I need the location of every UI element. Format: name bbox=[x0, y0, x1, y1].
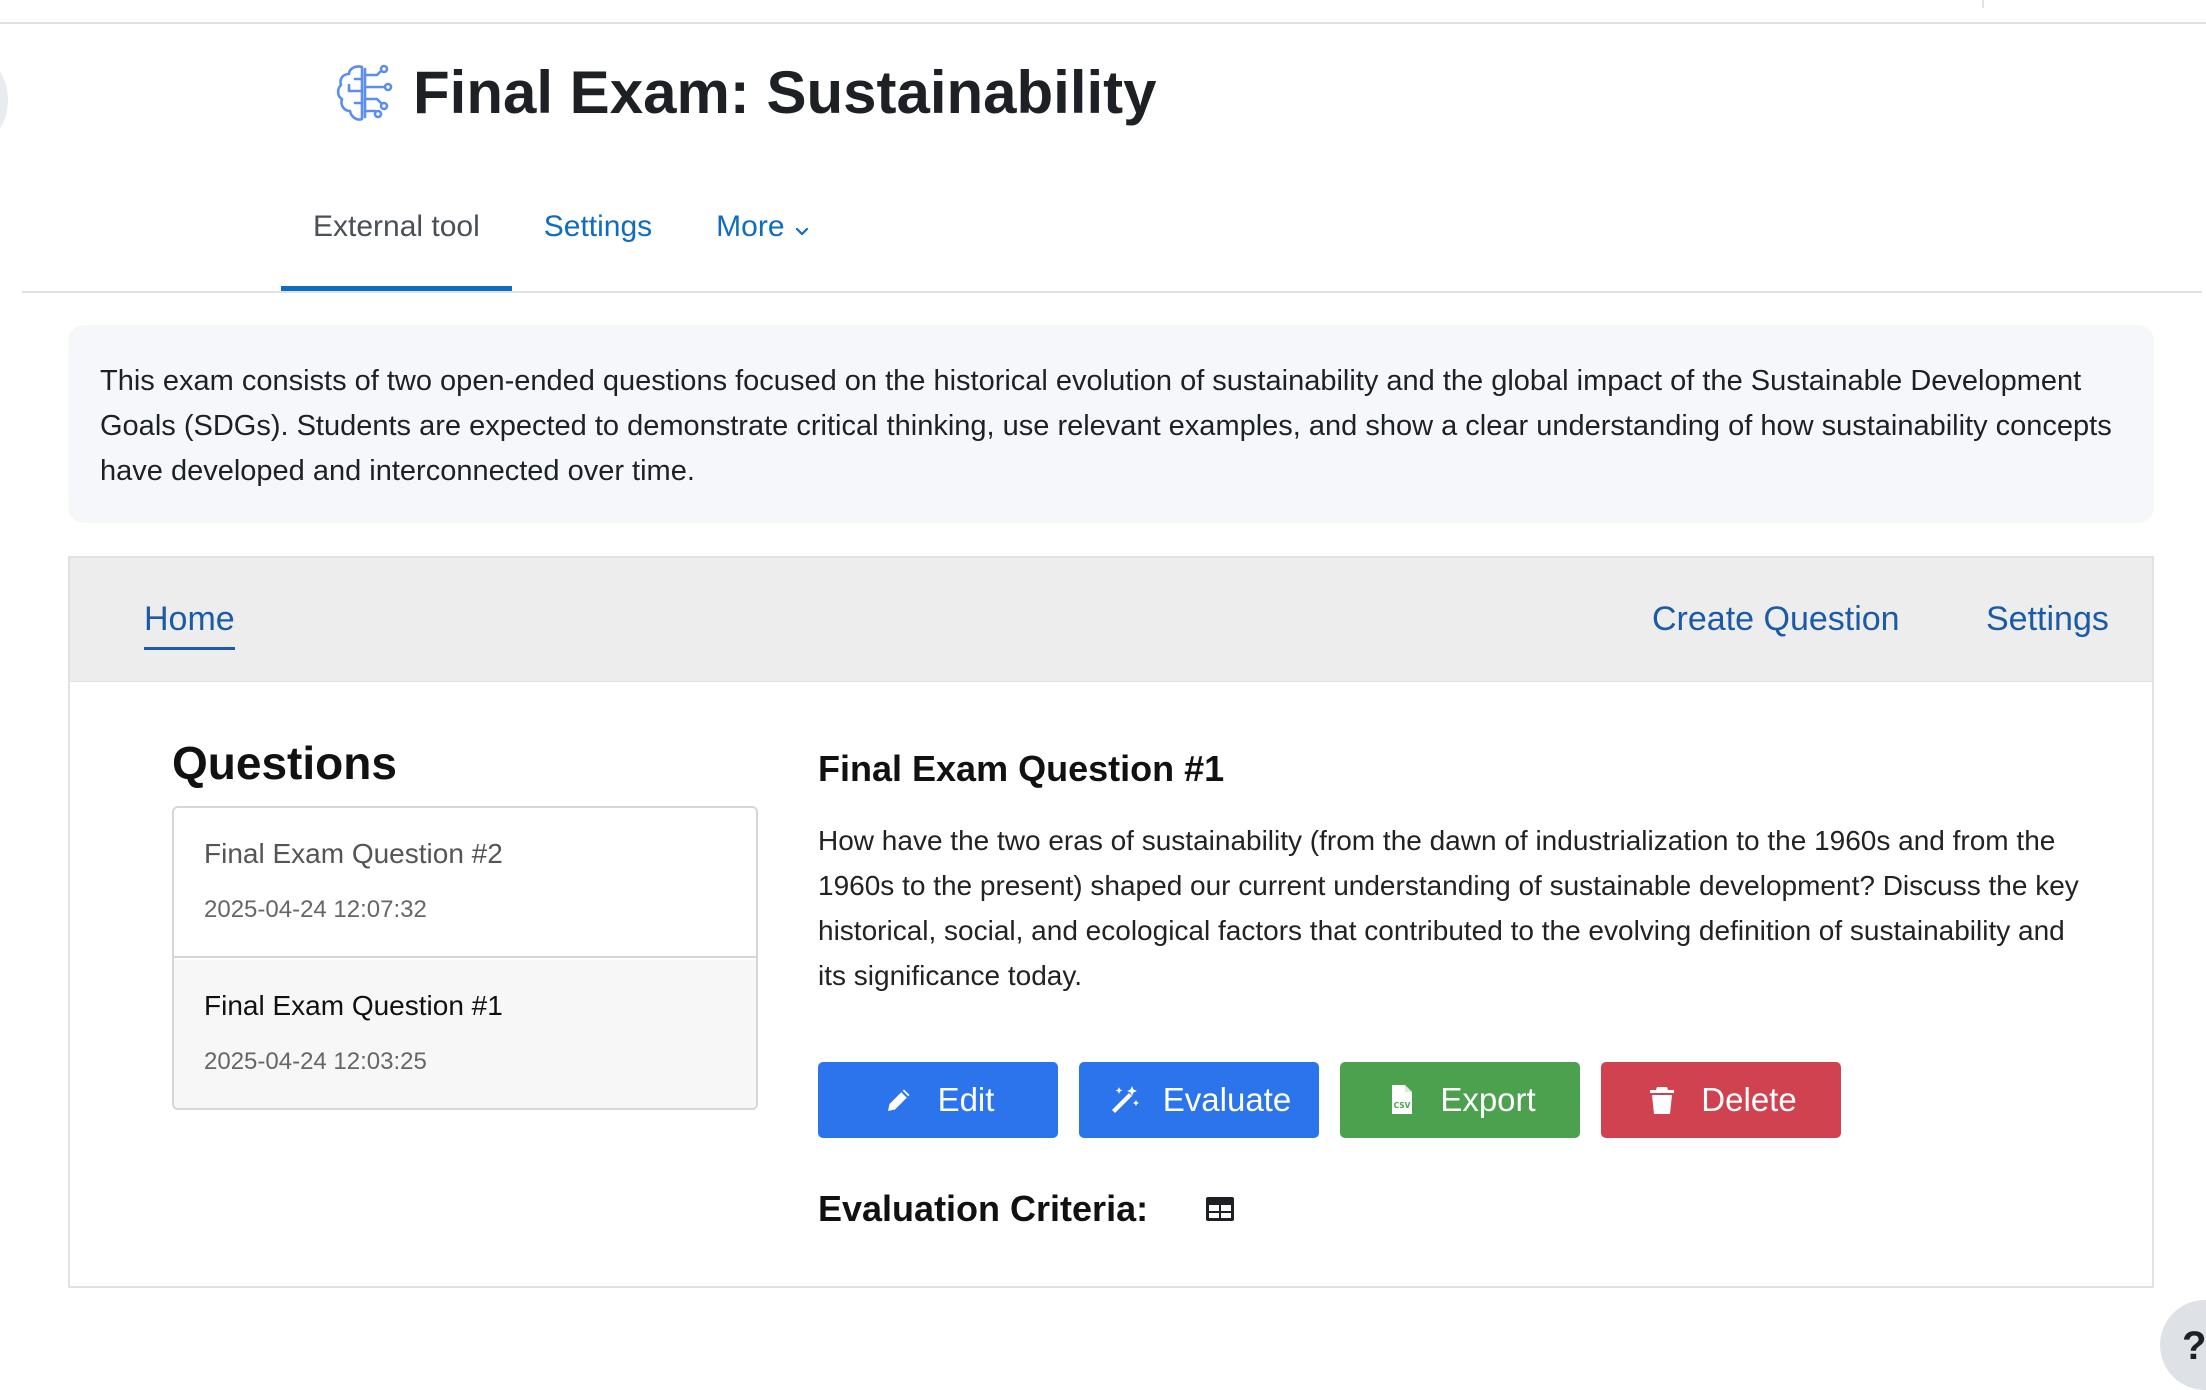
tab-more-label: More bbox=[716, 210, 785, 243]
page-header: Final Exam: Sustainability bbox=[335, 58, 1157, 127]
exam-description: This exam consists of two open-ended que… bbox=[68, 325, 2154, 523]
question-detail-title: Final Exam Question #1 bbox=[818, 748, 1225, 789]
question-list-item-selected[interactable]: Final Exam Question #1 2025-04-24 12:03:… bbox=[174, 960, 756, 1108]
evaluate-button-label: Evaluate bbox=[1162, 1081, 1292, 1118]
table-icon[interactable] bbox=[1204, 1194, 1236, 1224]
question-item-title: Final Exam Question #2 bbox=[204, 838, 503, 869]
svg-text:CSV: CSV bbox=[1394, 1101, 1411, 1110]
export-button[interactable]: CSV Export bbox=[1340, 1062, 1580, 1138]
export-button-label: Export bbox=[1440, 1081, 1536, 1118]
evaluation-criteria-label: Evaluation Criteria: bbox=[818, 1188, 1149, 1229]
brain-circuit-icon bbox=[336, 64, 393, 121]
magic-wand-icon bbox=[1111, 1086, 1139, 1113]
question-item-date: 2025-04-24 12:07:32 bbox=[204, 896, 427, 923]
csv-file-icon: CSV bbox=[1392, 1085, 1413, 1114]
tab-more[interactable]: More bbox=[684, 180, 842, 292]
tab-external-tool[interactable]: External tool bbox=[281, 180, 512, 292]
question-item-date: 2025-04-24 12:03:25 bbox=[204, 1048, 427, 1075]
question-list-item[interactable]: Final Exam Question #2 2025-04-24 12:07:… bbox=[174, 808, 756, 958]
top-divider bbox=[0, 22, 2206, 24]
help-button-glyph: ? bbox=[2182, 1324, 2206, 1368]
evaluation-criteria: Evaluation Criteria: bbox=[818, 1188, 1236, 1230]
tab-settings[interactable]: Settings bbox=[512, 180, 684, 292]
nav-create-question-link[interactable]: Create Question bbox=[1652, 600, 1900, 639]
tool-navbar: Home Create Question Settings bbox=[70, 558, 2152, 682]
question-actions: Edit Evaluate CSV Export Delete bbox=[818, 1062, 1862, 1138]
edit-button-label: Edit bbox=[937, 1081, 995, 1118]
question-detail-text: How have the two eras of sustainability … bbox=[818, 825, 2079, 991]
evaluate-button[interactable]: Evaluate bbox=[1079, 1062, 1319, 1138]
tabs-divider bbox=[22, 291, 2202, 293]
drawer-toggle[interactable] bbox=[0, 60, 8, 140]
help-button[interactable]: ? bbox=[2160, 1300, 2206, 1390]
question-detail: Final Exam Question #1 How have the two … bbox=[818, 748, 2108, 998]
secondary-navigation: External tool Settings More bbox=[281, 180, 843, 292]
tool-panel: Home Create Question Settings Questions … bbox=[68, 556, 2154, 1288]
delete-button-label: Delete bbox=[1701, 1081, 1797, 1118]
edit-button[interactable]: Edit bbox=[818, 1062, 1058, 1138]
trash-icon bbox=[1650, 1087, 1675, 1114]
delete-button[interactable]: Delete bbox=[1601, 1062, 1841, 1138]
nav-home-link[interactable]: Home bbox=[144, 600, 235, 650]
top-divider-tick bbox=[1982, 0, 1984, 8]
question-item-title: Final Exam Question #1 bbox=[204, 990, 503, 1021]
nav-settings-link[interactable]: Settings bbox=[1986, 600, 2109, 639]
questions-list: Final Exam Question #2 2025-04-24 12:07:… bbox=[172, 806, 758, 1110]
pencil-icon bbox=[887, 1089, 910, 1111]
chevron-down-icon bbox=[795, 227, 808, 236]
page-title: Final Exam: Sustainability bbox=[413, 59, 1157, 126]
questions-heading: Questions bbox=[172, 737, 397, 789]
